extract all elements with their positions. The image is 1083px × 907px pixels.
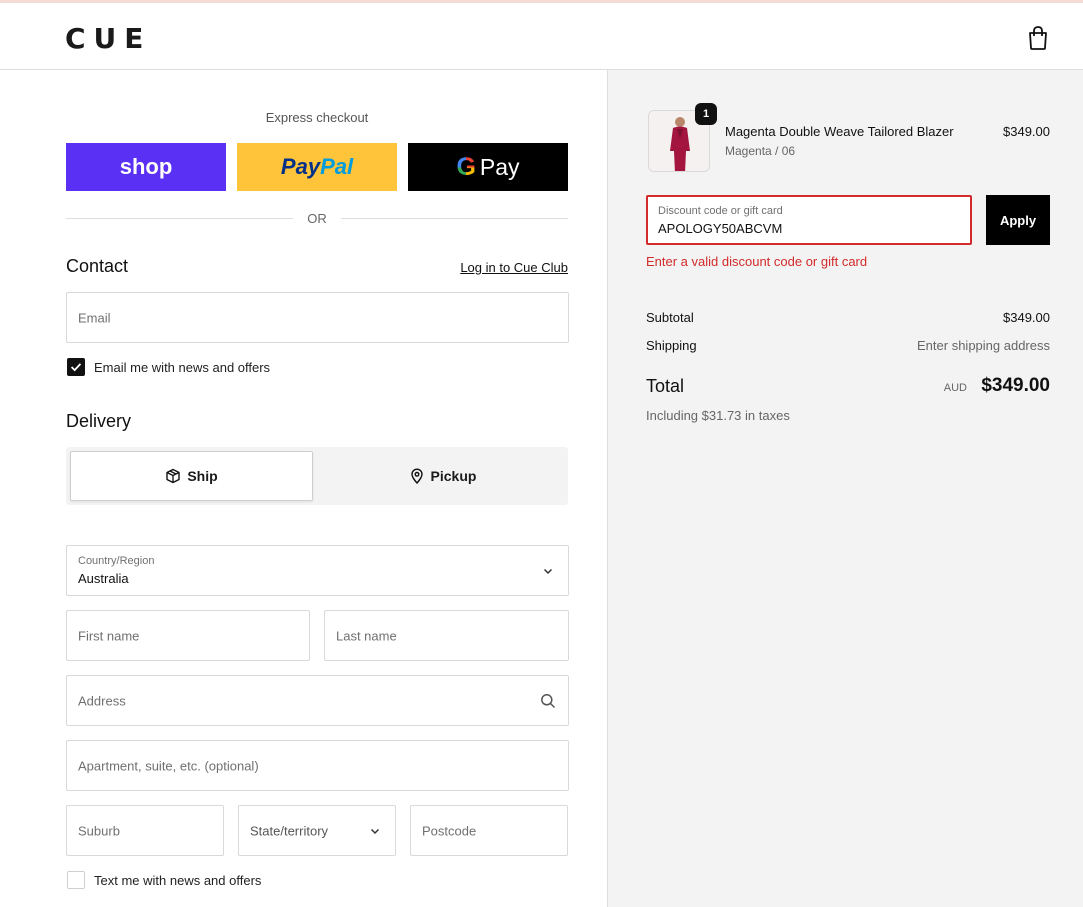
email-placeholder: Email [78, 310, 111, 325]
sms-news-label: Text me with news and offers [94, 873, 262, 888]
delivery-title: Delivery [66, 411, 132, 431]
suburb-field[interactable]: Suburb [66, 805, 224, 856]
apply-discount-button[interactable]: Apply [986, 195, 1050, 245]
pickup-option[interactable]: Pickup [321, 451, 564, 501]
discount-label: Discount code or gift card [658, 205, 783, 217]
suburb-placeholder: Suburb [78, 823, 120, 838]
subtotal-value: $349.00 [1003, 310, 1050, 325]
delivery-method-toggle: Ship Pickup [66, 447, 568, 505]
apartment-placeholder: Apartment, suite, etc. (optional) [78, 758, 259, 773]
postcode-field[interactable]: Postcode [410, 805, 568, 856]
header: CUE [0, 3, 1083, 70]
email-news-label: Email me with news and offers [94, 360, 271, 375]
or-label: OR [307, 210, 327, 226]
state-select[interactable]: State/territory [238, 805, 396, 856]
country-value: Australia [78, 571, 129, 586]
divider-line [340, 217, 568, 219]
quantity-badge: 1 [695, 103, 717, 125]
postcode-placeholder: Postcode [422, 823, 477, 838]
sms-news-checkbox[interactable] [67, 871, 85, 889]
google-pay-button[interactable]: G Pay [408, 143, 568, 191]
location-pin-icon [410, 468, 423, 484]
login-link[interactable]: Log in to Cue Club [460, 260, 568, 275]
product-name: Magenta Double Weave Tailored Blazer [725, 124, 954, 139]
apartment-field[interactable]: Apartment, suite, etc. (optional) [66, 740, 569, 791]
paypal-button[interactable]: Pay Pal [237, 143, 397, 191]
shipping-value: Enter shipping address [917, 338, 1050, 353]
or-divider: OR [66, 210, 568, 226]
chevron-down-icon [370, 828, 380, 835]
currency-code: AUD [943, 382, 967, 394]
state-placeholder: State/territory [250, 823, 329, 838]
shipping-label: Shipping [646, 338, 697, 353]
shopping-bag-icon[interactable] [1027, 25, 1049, 51]
subtotal-label: Subtotal [646, 310, 694, 325]
email-news-checkbox[interactable] [67, 358, 85, 376]
ship-option[interactable]: Ship [70, 451, 313, 501]
google-pay-label: Pay [479, 153, 520, 180]
chevron-down-icon [543, 568, 553, 575]
paypal-label-pay: Pay [280, 154, 321, 179]
paypal-label-pal: Pal [320, 154, 354, 179]
last-name-placeholder: Last name [336, 628, 397, 643]
discount-error-message: Enter a valid discount code or gift card [646, 254, 868, 269]
email-field[interactable]: Email [66, 292, 569, 343]
total-label: Total [646, 376, 685, 396]
address-field[interactable]: Address [66, 675, 569, 726]
shop-pay-label: shop [119, 154, 173, 179]
first-name-placeholder: First name [78, 628, 140, 643]
ship-label: Ship [187, 468, 218, 484]
box-icon [166, 468, 181, 484]
checkmark-icon [70, 363, 82, 372]
express-checkout-title: Express checkout [265, 110, 369, 125]
discount-value: APOLOGY50ABCVM [658, 221, 783, 236]
country-label: Country/Region [78, 555, 155, 567]
search-icon[interactable] [540, 693, 556, 709]
discount-code-input[interactable]: Discount code or gift card APOLOGY50ABCV… [646, 195, 972, 245]
product-variant: Magenta / 06 [725, 144, 796, 158]
country-select[interactable]: Country/Region Australia [66, 545, 569, 596]
product-price: $349.00 [1003, 124, 1050, 139]
address-placeholder: Address [78, 693, 126, 708]
pickup-label: Pickup [430, 468, 477, 484]
first-name-field[interactable]: First name [66, 610, 310, 661]
google-g-icon: G [456, 152, 476, 181]
total-value: $349.00 [981, 375, 1050, 396]
contact-title: Contact [66, 256, 129, 276]
shop-pay-button[interactable]: shop [66, 143, 226, 191]
brand-logo[interactable]: CUE [65, 22, 151, 55]
last-name-field[interactable]: Last name [324, 610, 569, 661]
tax-note: Including $31.73 in taxes [646, 408, 790, 423]
divider-line [66, 217, 294, 219]
